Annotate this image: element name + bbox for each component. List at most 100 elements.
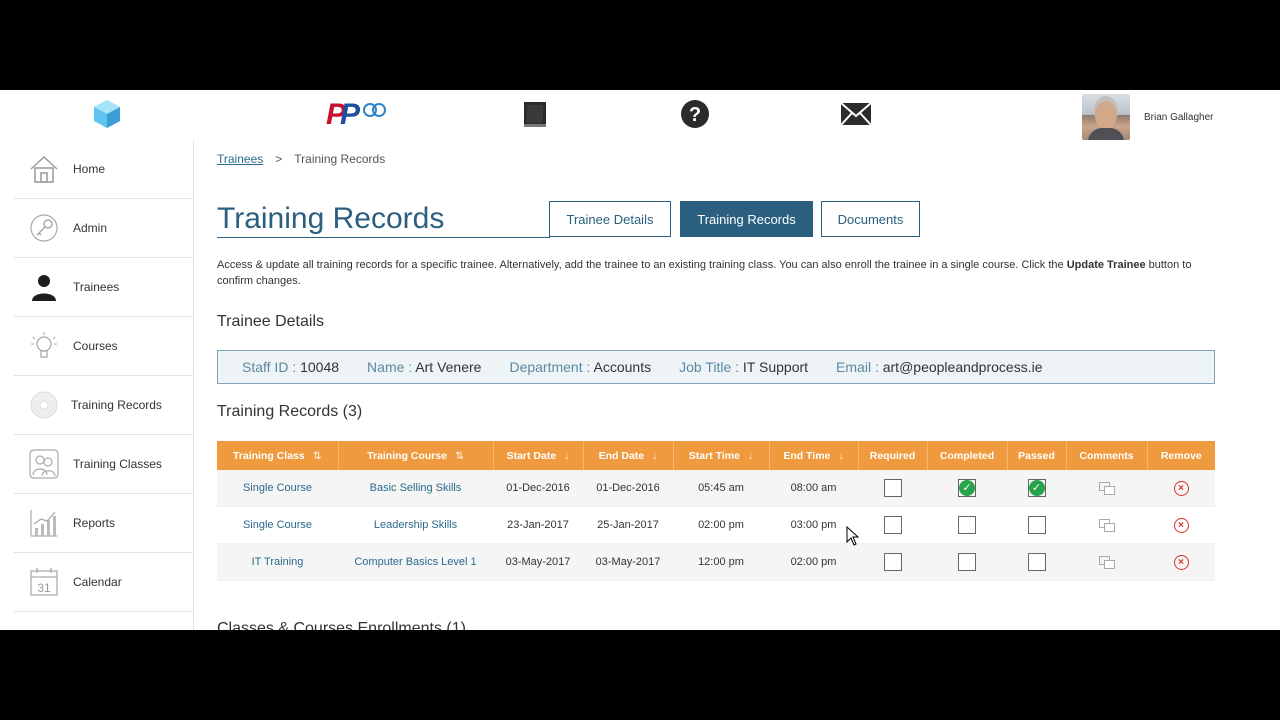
sidebar-item-trainees[interactable]: Trainees [14, 258, 193, 317]
sort-down-icon[interactable]: ↓ [564, 450, 569, 462]
name-label: Name : [367, 359, 413, 375]
sidebar-item-home[interactable]: Home [14, 140, 193, 199]
remove-icon[interactable]: × [1173, 554, 1189, 570]
sidebar-item-training-records[interactable]: Training Records [14, 376, 193, 435]
cell-start-time: 12:00 pm [673, 543, 769, 581]
sidebar-item-label: Admin [73, 221, 108, 235]
col-start-time[interactable]: Start Time ↓ [673, 441, 770, 470]
col-passed: Passed [1007, 441, 1067, 470]
completed-checkbox[interactable]: ✓ [958, 479, 976, 497]
completed-checkbox[interactable] [958, 553, 976, 571]
sidebar-item-reports[interactable]: Reports [14, 494, 193, 553]
cube-logo-icon[interactable] [92, 94, 122, 134]
user-menu[interactable]: Brian Gallagher [1082, 94, 1213, 140]
sort-icon[interactable]: ⇅ [313, 450, 322, 462]
col-completed: Completed [927, 441, 1008, 470]
cell-start-date: 01-Dec-2016 [493, 470, 583, 507]
col-label: Training Class [232, 449, 305, 462]
job-title: Job Title : IT Support [679, 359, 808, 375]
job-title-label: Job Title : [679, 359, 740, 375]
passed-checkbox[interactable]: ✓ [1027, 479, 1046, 497]
email: Email : art@peopleandprocess.ie [836, 359, 1042, 375]
sidebar-item-courses[interactable]: Courses [14, 317, 193, 376]
svg-text:31: 31 [37, 581, 51, 595]
passed-checkbox[interactable] [1027, 553, 1046, 571]
col-start-date[interactable]: Start Date ↓ [493, 441, 584, 470]
job-title-value: IT Support [742, 359, 809, 375]
cell-required [858, 506, 927, 544]
cell-training-class[interactable]: Single Course [217, 506, 338, 544]
lightbulb-icon [28, 330, 60, 362]
trainee-details-heading: Trainee Details [217, 313, 325, 330]
cell-start-time: 02:00 pm [673, 506, 769, 544]
sidebar-item-label: Reports [73, 516, 116, 530]
sidebar-item-calendar[interactable]: 31 Calendar [14, 553, 193, 612]
cell-comments [1066, 543, 1147, 581]
page-description: Access & update all training records for… [217, 257, 1207, 289]
pp-logo-icon[interactable]: PP [326, 94, 386, 134]
cell-passed: ✓ [1007, 470, 1066, 507]
sidebar-item-label: Trainees [73, 280, 120, 294]
cell-start-time: 05:45 am [673, 470, 769, 507]
help-icon[interactable]: ? [680, 94, 710, 134]
sort-down-icon[interactable]: ↓ [652, 450, 657, 462]
breadcrumb-link-trainees[interactable]: Trainees [217, 152, 263, 166]
sort-icon[interactable]: ⇅ [455, 450, 464, 462]
completed-checkbox[interactable] [958, 516, 976, 534]
department-value: Accounts [593, 359, 652, 375]
cell-training-course[interactable]: Computer Basics Level 1 [338, 543, 493, 581]
cell-comments [1066, 470, 1147, 507]
avatar[interactable] [1082, 94, 1130, 140]
tab-trainee-details[interactable]: Trainee Details [549, 201, 671, 237]
sidebar-item-label: Calendar [73, 575, 122, 589]
cell-training-course[interactable]: Leadership Skills [338, 506, 493, 544]
training-records-table: Training Class ⇅ Training Course ⇅ Start D… [217, 441, 1215, 581]
cell-training-class[interactable]: Single Course [217, 470, 338, 507]
cell-remove: × [1147, 506, 1215, 544]
required-checkbox[interactable] [883, 479, 902, 497]
person-icon [28, 271, 60, 303]
description-text: Access & update all training records for… [217, 259, 1067, 271]
col-remove: Remove [1147, 441, 1215, 470]
col-end-date[interactable]: End Date ↓ [583, 441, 674, 470]
col-training-course[interactable]: Training Course ⇅ [338, 441, 494, 470]
sort-down-icon[interactable]: ↓ [838, 450, 843, 462]
passed-checkbox[interactable] [1027, 516, 1046, 534]
cell-passed [1007, 543, 1066, 581]
remove-icon[interactable]: × [1173, 480, 1189, 496]
description-update-trainee: Update Trainee [1066, 259, 1146, 271]
cell-completed: ✓ [927, 470, 1007, 507]
comments-icon[interactable] [1099, 482, 1115, 496]
sort-down-icon[interactable]: ↓ [748, 450, 753, 462]
cell-completed [927, 543, 1007, 581]
cell-completed [927, 506, 1007, 544]
comments-icon[interactable] [1099, 556, 1115, 570]
group-icon [28, 448, 60, 480]
cell-comments [1066, 506, 1147, 544]
department: Department : Accounts [509, 359, 651, 375]
key-icon [28, 212, 60, 244]
cell-required [858, 543, 927, 581]
required-checkbox[interactable] [883, 516, 902, 534]
mail-icon[interactable] [840, 94, 872, 134]
sidebar-item-admin[interactable]: Admin [14, 199, 193, 258]
book-icon[interactable] [520, 94, 550, 134]
col-training-class[interactable]: Training Class ⇅ [217, 441, 339, 470]
col-label: Start Date [506, 449, 557, 462]
col-end-time[interactable]: End Time ↓ [769, 441, 859, 470]
remove-icon[interactable]: × [1173, 517, 1189, 533]
required-checkbox[interactable] [883, 553, 902, 571]
cell-end-time: 02:00 pm [769, 543, 858, 581]
comments-icon[interactable] [1099, 519, 1115, 533]
cell-training-class[interactable]: IT Training [217, 543, 338, 581]
page-title: Training Records [217, 202, 445, 235]
sidebar-item-training-classes[interactable]: Training Classes [14, 435, 193, 494]
table-row: IT Training Computer Basics Level 1 03-M… [217, 543, 1215, 581]
tab-training-records[interactable]: Training Records [680, 201, 813, 237]
tab-documents[interactable]: Documents [821, 201, 920, 237]
user-name: Brian Gallagher [1144, 111, 1214, 123]
cell-start-date: 03-May-2017 [493, 543, 583, 581]
breadcrumb-current: Training Records [294, 152, 386, 166]
col-label: Training Course [367, 449, 448, 462]
cell-training-course[interactable]: Basic Selling Skills [338, 470, 493, 507]
